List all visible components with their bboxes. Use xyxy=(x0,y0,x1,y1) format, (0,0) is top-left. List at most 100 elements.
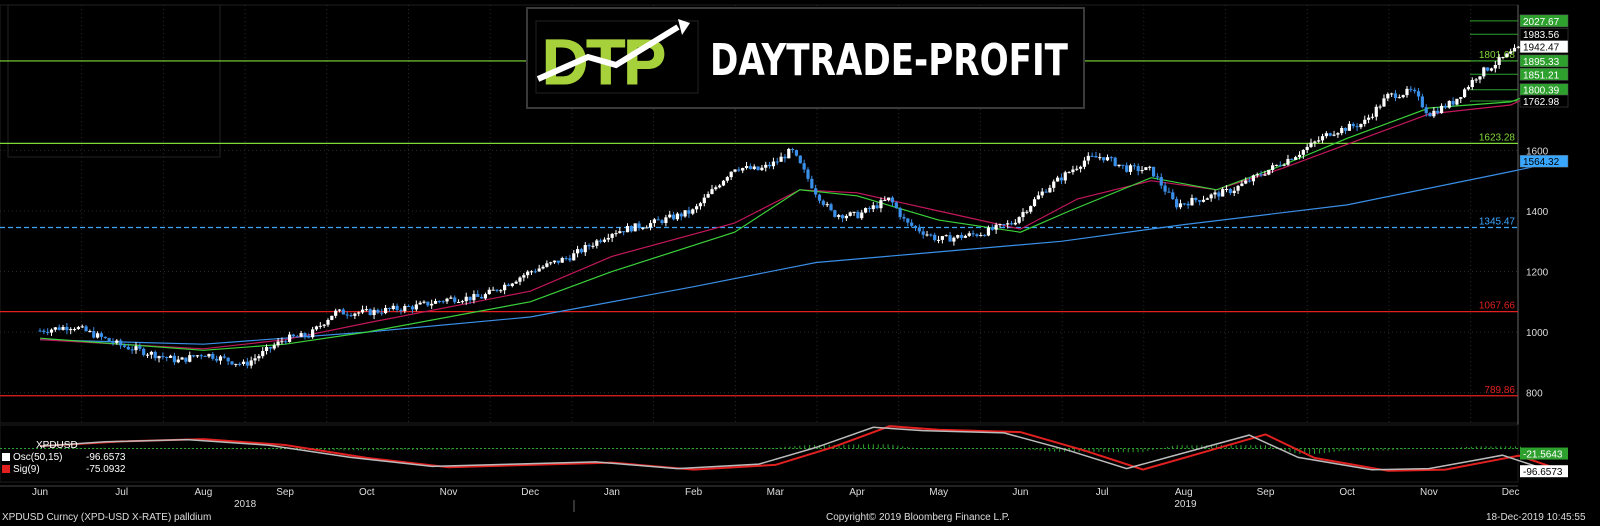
candle-body xyxy=(1294,157,1298,160)
candle-body xyxy=(737,169,741,171)
osc-label: Osc(50,15) xyxy=(13,452,63,463)
candle-body xyxy=(541,266,545,269)
candle-body xyxy=(460,301,464,303)
candle-body xyxy=(671,214,676,220)
candle-body xyxy=(1190,197,1194,206)
candle-body xyxy=(1144,167,1148,171)
candle-body xyxy=(1482,67,1486,77)
candle-body xyxy=(1370,116,1375,118)
candle-body xyxy=(464,296,468,302)
candle-body xyxy=(69,329,73,331)
candle-body xyxy=(253,358,257,361)
candle-body xyxy=(814,188,818,195)
candle-body xyxy=(817,194,822,201)
candle-body xyxy=(437,300,441,302)
candle-body xyxy=(1224,188,1229,190)
candle-body xyxy=(710,189,714,194)
candle-body xyxy=(1236,185,1240,191)
candle-body xyxy=(487,289,491,295)
candle-body xyxy=(595,240,599,246)
moving-average-mid xyxy=(39,89,1544,350)
candle-body xyxy=(1032,199,1037,207)
copyright-text: Copyright© 2019 Bloomberg Finance L.P. xyxy=(826,512,1010,523)
candle-body xyxy=(57,327,61,330)
candle-body xyxy=(80,326,84,328)
candle-body xyxy=(1309,142,1313,147)
candle-body xyxy=(802,163,806,170)
candle-body xyxy=(1443,105,1448,108)
y-tick-label: 1200 xyxy=(1526,268,1549,279)
candle-body xyxy=(898,208,902,217)
x-month-label: Jun xyxy=(1012,487,1028,498)
candle-body xyxy=(161,356,165,358)
candle-body xyxy=(879,200,883,209)
candle-body xyxy=(752,166,756,170)
candle-body xyxy=(1067,172,1071,174)
candle-body xyxy=(92,331,96,338)
candle-body xyxy=(652,219,656,224)
candle-body xyxy=(1102,157,1106,161)
candle-body xyxy=(1390,93,1394,95)
price-label: 1942.47 xyxy=(1523,43,1560,54)
candle-body xyxy=(714,187,718,190)
candle-body xyxy=(307,336,311,338)
candle-body xyxy=(1355,126,1359,128)
candle-body xyxy=(445,298,449,302)
osc-swatch-icon xyxy=(2,453,10,461)
candle-body xyxy=(599,240,603,242)
candle-body xyxy=(1363,119,1367,124)
candle-body xyxy=(1259,174,1263,176)
candle-body xyxy=(514,281,518,284)
candle-body xyxy=(53,327,57,330)
candle-body xyxy=(1501,56,1505,58)
candle-body xyxy=(195,355,200,357)
candle-body xyxy=(721,180,726,186)
candle-body xyxy=(936,239,941,241)
candle-body xyxy=(433,300,438,304)
candle-body xyxy=(633,223,637,232)
candle-body xyxy=(1332,134,1336,136)
candle-body xyxy=(1055,177,1060,182)
candle-body xyxy=(1336,133,1340,135)
candle-body xyxy=(46,331,50,333)
candle-body xyxy=(718,185,722,188)
footer-bar: XPDUSD Curncy (XPD-USD X-RATE) palldium … xyxy=(0,512,1600,526)
inset-box xyxy=(7,4,221,158)
x-month-label: Sep xyxy=(276,487,294,498)
candle-body xyxy=(1178,203,1183,208)
candle-body xyxy=(725,177,729,181)
x-year-label: 2018 xyxy=(234,499,257,510)
candle-body xyxy=(399,309,403,311)
candle-body xyxy=(1351,123,1355,127)
candle-body xyxy=(1186,203,1190,206)
candle-body xyxy=(656,219,660,221)
candle-body xyxy=(238,363,242,365)
candle-body xyxy=(510,283,514,286)
x-year-label: 2019 xyxy=(1174,499,1197,510)
candle-body xyxy=(65,326,69,331)
candle-body xyxy=(1240,183,1244,186)
candle-body xyxy=(1436,110,1440,114)
candle-body xyxy=(99,333,104,337)
candle-body xyxy=(614,233,618,235)
candle-body xyxy=(199,355,203,357)
candle-body xyxy=(326,319,330,325)
price-label: 1895.33 xyxy=(1523,57,1560,68)
candle-body xyxy=(545,263,549,267)
candle-body xyxy=(1263,174,1267,176)
candle-body xyxy=(840,215,845,219)
candle-body xyxy=(414,304,418,310)
price-label: 2027.67 xyxy=(1523,17,1560,28)
level-label: 1623.28 xyxy=(1479,132,1516,143)
candle-body xyxy=(775,161,779,163)
candle-body xyxy=(971,233,975,235)
logo-text: DAYTRADE-PROFIT xyxy=(710,35,1068,86)
candle-body xyxy=(1455,98,1459,105)
candle-body xyxy=(142,348,146,356)
candle-body xyxy=(1255,174,1259,176)
candle-body xyxy=(284,341,288,343)
candle-body xyxy=(771,161,776,167)
candle-body xyxy=(499,290,503,292)
y-tick-label: 800 xyxy=(1526,389,1543,400)
candle-body xyxy=(426,301,430,306)
